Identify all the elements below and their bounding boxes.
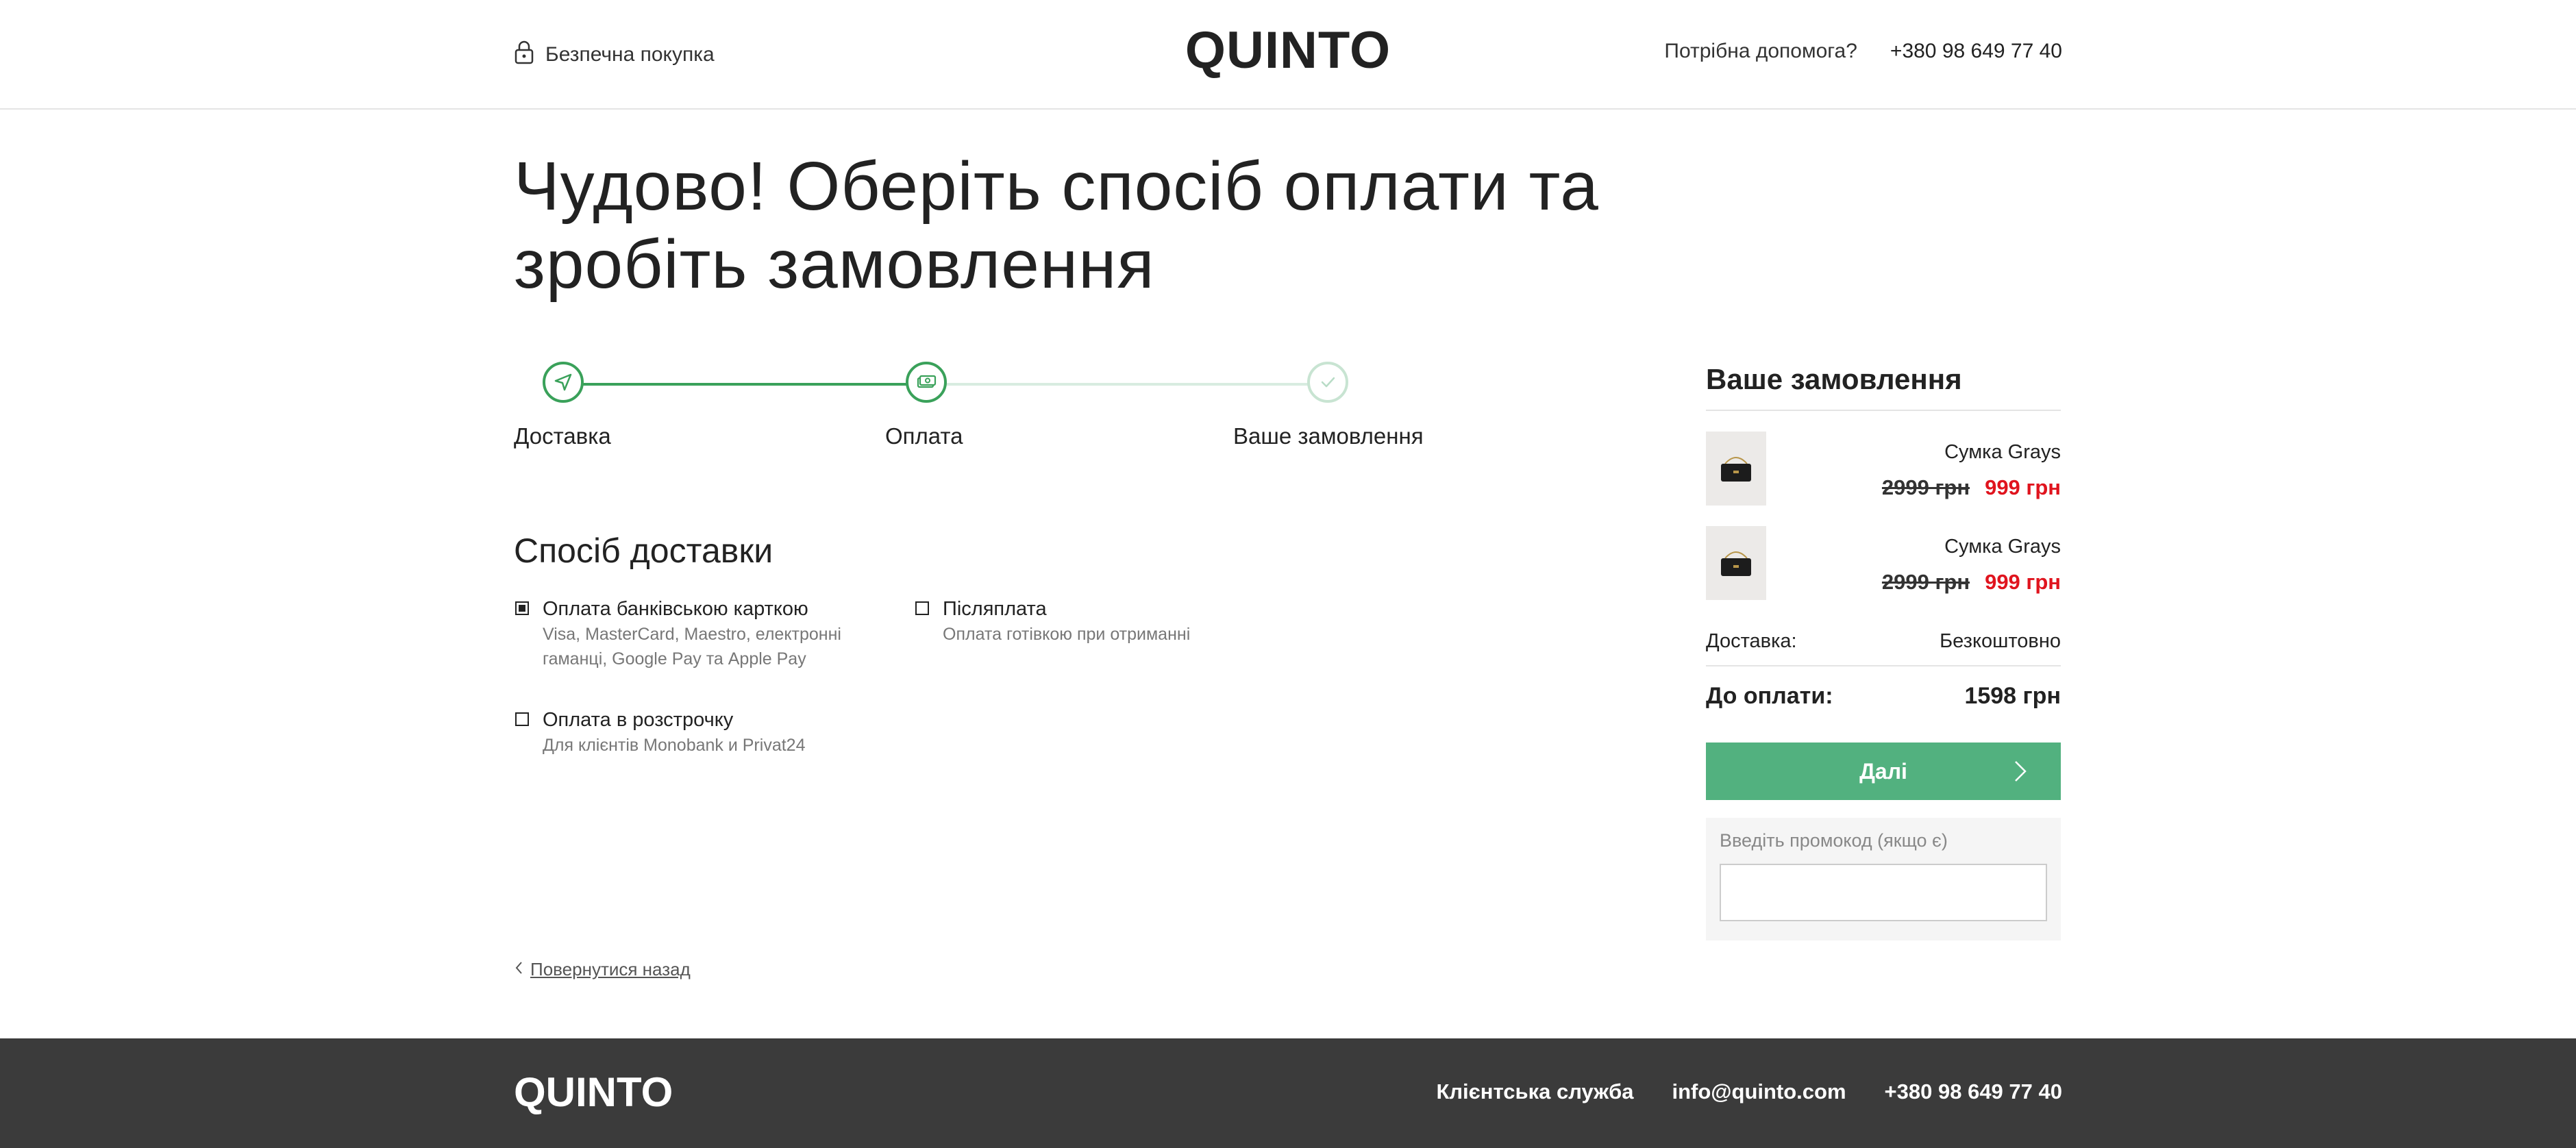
back-link[interactable]: Повернутися назад <box>514 959 691 980</box>
total-value: 1598 грн <box>1964 683 2061 709</box>
page-title-line-2: зробіть замовлення <box>514 226 1155 303</box>
footer-email-link[interactable]: info@quinto.com <box>1672 1080 1846 1104</box>
next-button-label: Далі <box>1859 758 1907 784</box>
order-item-name: Сумка Grays <box>1944 441 2061 463</box>
order-summary: Ваше замовлення Сумка Grays 2999 грн 999… <box>1706 363 2061 940</box>
order-item-prices: 2999 грн 999 грн <box>1882 570 2061 595</box>
payment-option-cod[interactable]: Післяплата Оплата готівкою при отриманні <box>915 596 1230 647</box>
step-payment-label: Оплата <box>885 423 963 449</box>
total-row: До оплати: 1598 грн <box>1706 683 2061 710</box>
footer-links: Клієнтська служба info@quinto.com +380 9… <box>1436 1080 2062 1104</box>
option-installment-desc: Для клієнтів Monobank и Privat24 <box>543 736 806 755</box>
site-footer: QUINTO Клієнтська служба info@quinto.com… <box>0 1038 2576 1148</box>
promo-code-input[interactable] <box>1720 864 2047 921</box>
product-thumbnail[interactable] <box>1706 432 1766 506</box>
order-item: Сумка Grays 2999 грн 999 грн <box>1706 411 2061 506</box>
radio-installment[interactable] <box>515 712 529 726</box>
radio-card[interactable] <box>515 601 529 615</box>
page-title-line-1: Чудово! Оберіть спосіб оплати та <box>514 148 1599 225</box>
old-price: 2999 грн <box>1881 570 1970 594</box>
help-contacts: Потрібна допомога? +380 98 649 77 40 <box>1664 40 2062 63</box>
next-button[interactable]: Далі <box>1706 743 2061 800</box>
money-icon <box>906 362 947 403</box>
step-delivery-label: Доставка <box>514 423 611 449</box>
step-delivery[interactable]: Доставка <box>514 362 611 449</box>
footer-logo[interactable]: QUINTO <box>514 1069 673 1116</box>
payment-option-installment[interactable]: Оплата в розстрочку Для клієнтів Monoban… <box>515 707 871 758</box>
site-header: Безпечна покупка QUINTO Потрібна допомог… <box>0 0 2576 110</box>
header-phone-link[interactable]: +380 98 649 77 40 <box>1890 40 2062 63</box>
send-icon <box>543 362 584 403</box>
order-item-name: Сумка Grays <box>1944 536 2061 558</box>
total-label: До оплати: <box>1706 683 1833 709</box>
old-price: 2999 грн <box>1881 475 1970 499</box>
option-installment-title: Оплата в розстрочку <box>543 709 734 731</box>
promo-box: Введіть промокод (якщо є) <box>1706 818 2061 940</box>
page-title: Чудово! Оберіть спосіб оплати та зробіть… <box>514 147 1816 303</box>
step-order: Ваше замовлення <box>1233 362 1424 449</box>
order-item: Сумка Grays 2999 грн 999 грн <box>1706 506 2061 600</box>
order-item-prices: 2999 грн 999 грн <box>1882 475 2061 500</box>
chevron-left-icon <box>514 959 523 980</box>
footer-phone-link[interactable]: +380 98 649 77 40 <box>1885 1080 2062 1104</box>
radio-cod[interactable] <box>915 601 929 615</box>
footer-service-link[interactable]: Клієнтська служба <box>1436 1080 1633 1104</box>
stepper-line-todo <box>939 383 1322 386</box>
product-thumbnail[interactable] <box>1706 526 1766 600</box>
payment-option-card[interactable]: Оплата банківською карткою Visa, MasterC… <box>515 596 871 671</box>
delivery-value: Безкоштовно <box>1940 630 2061 652</box>
delivery-row: Доставка: Безкоштовно <box>1706 630 2061 666</box>
chevron-right-icon <box>2015 761 2027 782</box>
checkout-stepper: Доставка Оплата Ваше замовлення <box>514 362 1446 458</box>
option-card-title: Оплата банківською карткою <box>543 598 808 620</box>
option-cod-desc: Оплата готівкою при отриманні <box>943 625 1191 644</box>
site-logo[interactable]: QUINTO <box>0 21 2576 80</box>
step-order-label: Ваше замовлення <box>1233 423 1424 449</box>
help-label: Потрібна допомога? <box>1664 40 1857 62</box>
order-summary-title: Ваше замовлення <box>1706 363 2061 411</box>
promo-label: Введіть промокод (якщо є) <box>1720 830 1948 851</box>
check-icon <box>1307 362 1348 403</box>
payment-section-title: Спосіб доставки <box>514 532 773 570</box>
step-payment[interactable]: Оплата <box>885 362 963 449</box>
sale-price: 999 грн <box>1985 570 2061 594</box>
sale-price: 999 грн <box>1985 475 2061 499</box>
option-cod-title: Післяплата <box>943 598 1047 620</box>
back-link-label[interactable]: Повернутися назад <box>530 959 691 980</box>
stepper-line-done <box>562 383 932 386</box>
delivery-label: Доставка: <box>1706 630 1797 652</box>
option-card-desc: Visa, MasterCard, Maestro, електронні га… <box>543 625 841 669</box>
